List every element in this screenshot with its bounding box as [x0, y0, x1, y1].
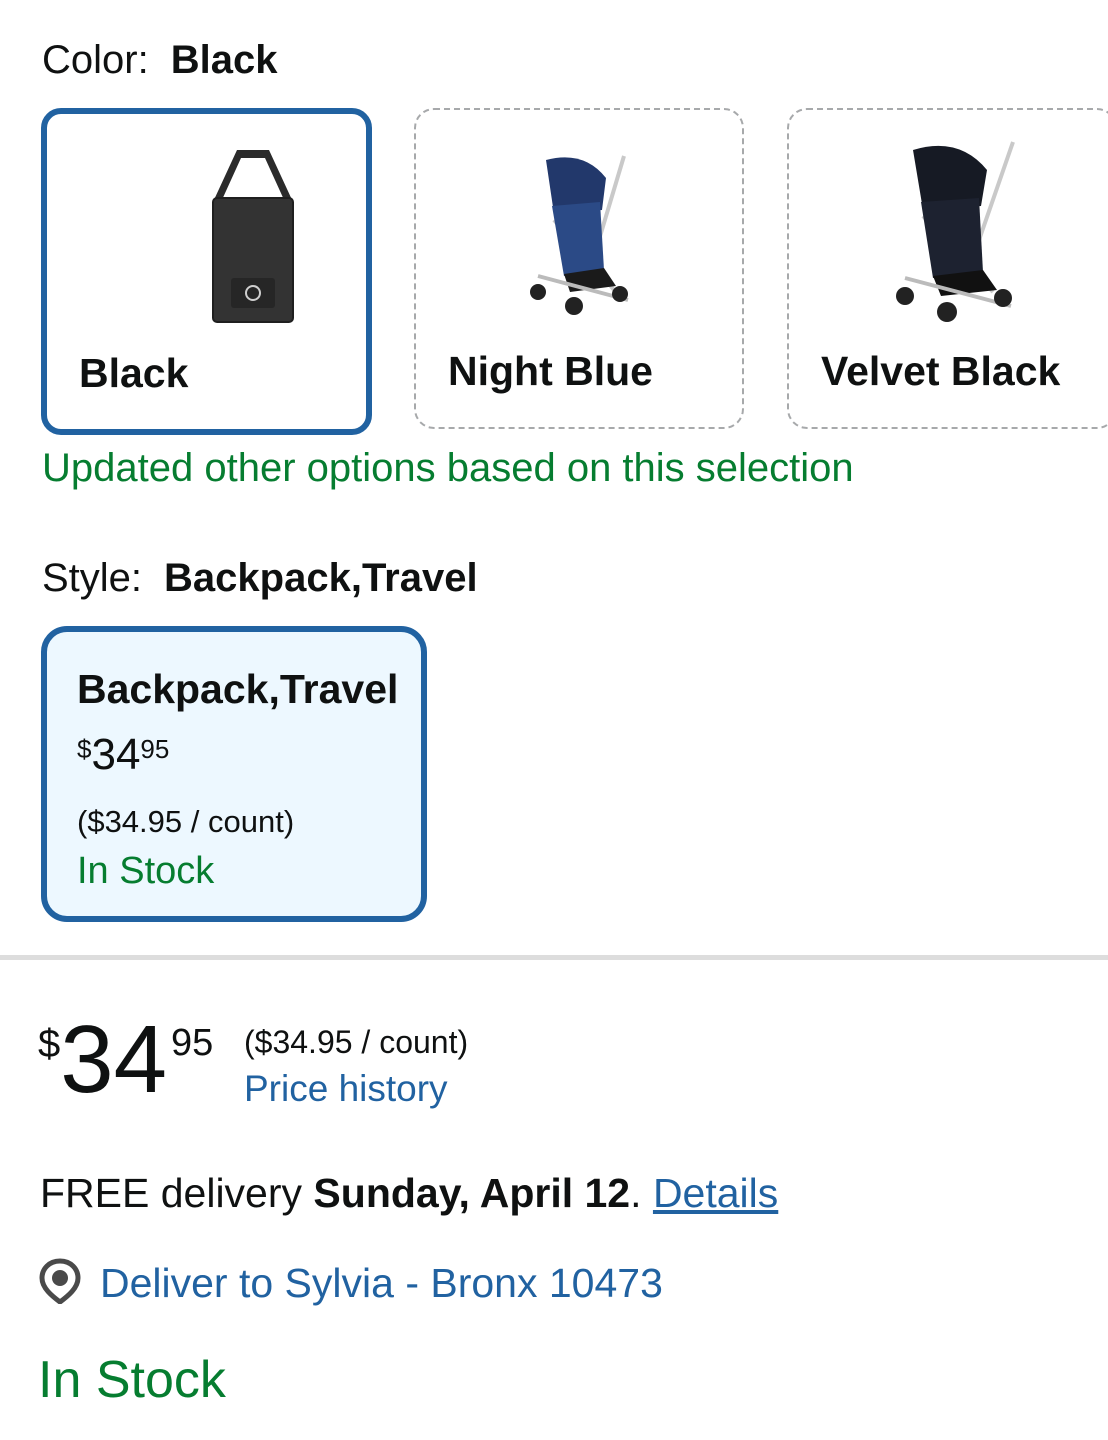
delivery-message: FREE delivery Sunday, April 12. Details: [40, 1170, 778, 1217]
price-fraction: 95: [140, 734, 170, 764]
availability-status: In Stock: [38, 1351, 226, 1409]
delivery-details-link[interactable]: Details: [653, 1170, 778, 1216]
style-option-availability: In Stock: [77, 850, 215, 892]
price-history-link[interactable]: Price history: [244, 1068, 448, 1110]
options-updated-note: Updated other options based on this sele…: [42, 446, 854, 490]
color-label-row: Color: Black: [42, 38, 277, 83]
style-label: Style:: [42, 556, 143, 600]
delivery-date: Sunday, April 12: [313, 1170, 631, 1216]
color-option-velvet-black-label: Velvet Black: [821, 348, 1061, 394]
style-option-price: $3495: [77, 730, 169, 780]
style-option-unit-price: ($34.95 / count): [77, 804, 295, 839]
color-option-black[interactable]: Black: [41, 108, 372, 435]
stroller-icon: [896, 141, 1015, 322]
main-unit-price: ($34.95 / count): [244, 1024, 469, 1060]
main-price-symbol: $: [38, 1022, 61, 1066]
color-option-night-blue-label: Night Blue: [448, 348, 653, 394]
stroller-icon: [530, 155, 629, 315]
style-option-title: Backpack,Travel: [77, 666, 399, 712]
style-option-backpack-travel[interactable]: Backpack,Travel $3495 ($34.95 / count) I…: [41, 626, 427, 922]
color-option-velvet-black[interactable]: Velvet Black: [787, 108, 1108, 429]
price-whole: 34: [91, 730, 141, 779]
section-divider: [0, 955, 1108, 960]
style-value: Backpack,Travel: [164, 556, 478, 600]
main-price-whole: 34: [60, 1006, 168, 1113]
location-pin-icon: [39, 1258, 81, 1304]
color-value: Black: [170, 38, 278, 82]
color-option-night-blue[interactable]: Night Blue: [414, 108, 744, 429]
price-symbol: $: [77, 734, 92, 764]
main-price: $34 95: [38, 1012, 213, 1108]
style-label-row: Style: Backpack,Travel: [42, 556, 478, 601]
main-price-fraction: 95: [171, 1022, 214, 1064]
delivery-prefix: FREE delivery: [40, 1170, 303, 1216]
deliver-to-text: Deliver to Sylvia - Bronx 10473: [100, 1260, 663, 1306]
travel-bag-icon: [212, 150, 294, 323]
color-option-black-label: Black: [79, 350, 189, 396]
delivery-suffix: .: [630, 1170, 642, 1216]
color-label: Color:: [42, 38, 149, 82]
